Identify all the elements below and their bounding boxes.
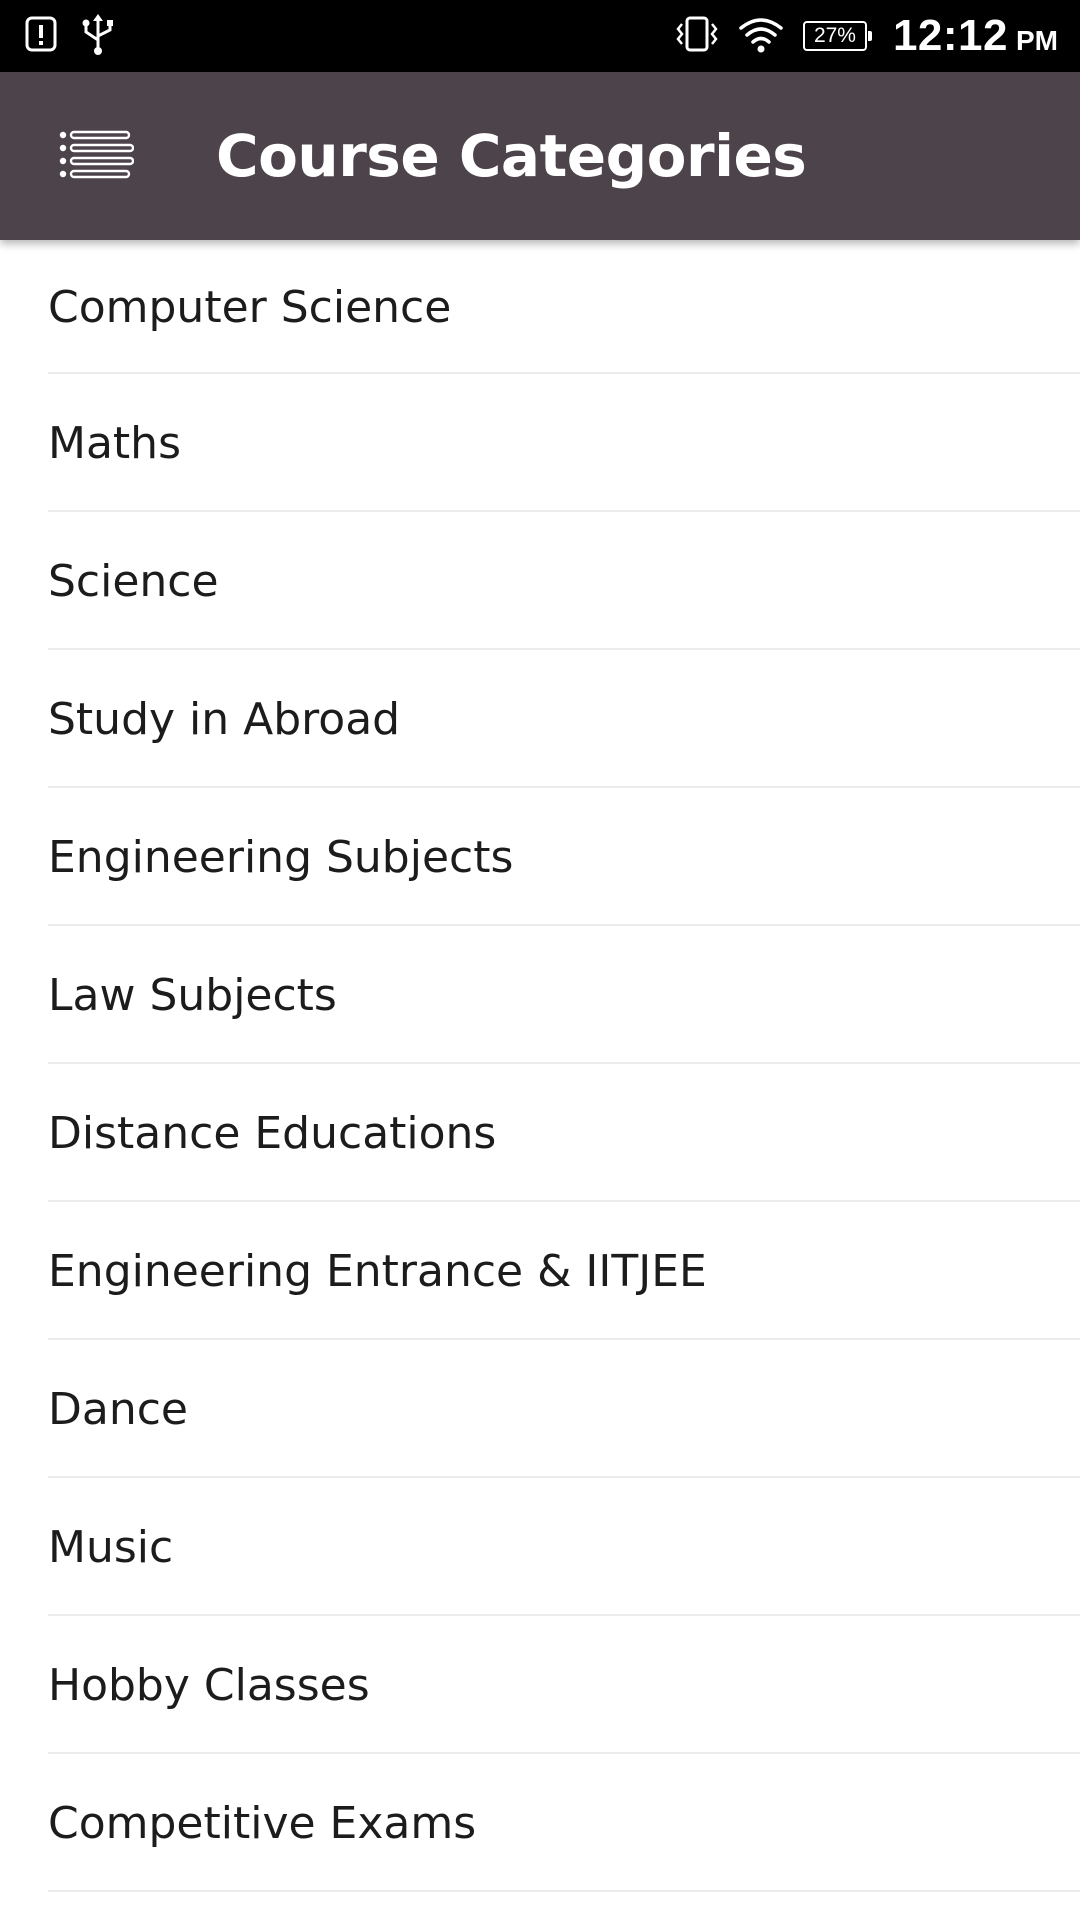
category-item-music[interactable]: Music	[0, 1478, 1080, 1616]
status-clock: 12:12 PM	[893, 11, 1058, 61]
category-label: Computer Science	[48, 281, 452, 333]
category-item-engineering-entrance[interactable]: Engineering Entrance & IITJEE	[0, 1202, 1080, 1340]
category-label: Study in Abroad	[48, 693, 401, 745]
category-item-computer-science[interactable]: Computer Science	[0, 240, 1080, 374]
wifi-icon	[737, 14, 785, 59]
clock-time: 12:12	[892, 11, 1008, 60]
category-item-distance-educations[interactable]: Distance Educations	[0, 1064, 1080, 1202]
page-title: Course Categories	[216, 122, 807, 190]
category-list: Computer Science Maths Science Study in …	[0, 240, 1080, 1892]
battery-percent: 27%	[813, 24, 856, 47]
category-item-competitive-exams[interactable]: Competitive Exams	[0, 1754, 1080, 1892]
category-label: Maths	[48, 417, 181, 469]
category-label: Dance	[48, 1383, 188, 1435]
status-right-icons: 27% 12:12 PM	[675, 0, 1058, 72]
category-label: Engineering Entrance & IITJEE	[48, 1245, 707, 1297]
menu-list-icon	[58, 129, 135, 184]
category-item-dance[interactable]: Dance	[0, 1340, 1080, 1478]
battery-icon: 27%	[802, 21, 872, 51]
vibrate-icon	[675, 14, 719, 59]
app-bar: Course Categories	[0, 72, 1080, 240]
clock-ampm: PM	[1016, 25, 1058, 56]
category-item-science[interactable]: Science	[0, 512, 1080, 650]
menu-button[interactable]	[48, 116, 144, 196]
status-left-icons	[24, 12, 118, 60]
status-bar: 27% 12:12 PM	[0, 0, 1080, 72]
alert-icon	[24, 14, 58, 59]
category-label: Hobby Classes	[48, 1659, 370, 1711]
category-label: Competitive Exams	[48, 1797, 477, 1849]
category-item-hobby-classes[interactable]: Hobby Classes	[0, 1616, 1080, 1754]
usb-icon	[78, 12, 118, 61]
category-label: Law Subjects	[48, 969, 337, 1021]
category-item-law-subjects[interactable]: Law Subjects	[0, 926, 1080, 1064]
category-item-engineering-subjects[interactable]: Engineering Subjects	[0, 788, 1080, 926]
category-label: Music	[48, 1521, 174, 1573]
category-item-study-in-abroad[interactable]: Study in Abroad	[0, 650, 1080, 788]
category-label: Engineering Subjects	[48, 831, 514, 883]
category-item-maths[interactable]: Maths	[0, 374, 1080, 512]
category-label: Science	[48, 555, 219, 607]
category-label: Distance Educations	[48, 1107, 497, 1159]
